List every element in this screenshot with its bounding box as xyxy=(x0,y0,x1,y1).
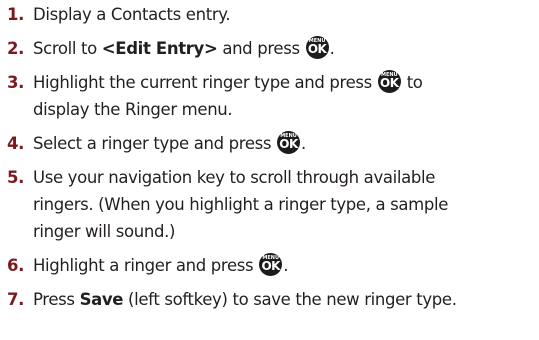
step-text-part: Scroll to xyxy=(33,39,102,58)
step-text-part: . xyxy=(301,134,306,153)
step-number: 6. xyxy=(7,256,25,275)
step-text: display the Ringer menu. xyxy=(33,100,233,119)
step-number: 4. xyxy=(7,134,25,153)
step-text: Select a ringer type and press MENU OK. xyxy=(33,129,538,158)
step-number: 2. xyxy=(7,39,25,58)
menu-ok-key-icon: MENU OK xyxy=(277,131,301,154)
save-label: Save xyxy=(79,290,124,309)
edit-entry-label: <Edit Entry> xyxy=(101,39,218,58)
step-text: Highlight a ringer and press MENU OK. xyxy=(33,251,538,280)
step-text-part: Select a ringer type and press xyxy=(33,134,277,153)
menu-ok-key-icon: MENU OK xyxy=(259,253,283,276)
step-text: Use your navigation key to scroll throug… xyxy=(33,168,436,187)
step-text-part: (left softkey) to save the new ringer ty… xyxy=(123,290,457,309)
step-text-part: . xyxy=(329,39,335,58)
step-number: 3. xyxy=(7,73,25,92)
step-text: ringer will sound.) xyxy=(33,222,176,241)
step-text-part: Press xyxy=(33,290,80,309)
step-text-part: . xyxy=(283,256,289,275)
step-number: 1. xyxy=(7,5,25,24)
menu-ok-key-icon: MENU OK xyxy=(305,36,329,59)
step-number: 5. xyxy=(7,168,25,187)
step-text-part: and press xyxy=(217,39,305,58)
step-text: Scroll to <Edit Entry> and press MENU OK. xyxy=(33,34,538,63)
step-text-part: Highlight the current ringer type and pr… xyxy=(33,73,377,92)
step-text: ringers. (When you highlight a ringer ty… xyxy=(33,195,449,214)
menu-ok-key-icon: MENU OK xyxy=(377,70,401,93)
step-number: 7. xyxy=(7,290,25,309)
step-text: Display a Contacts entry. xyxy=(33,5,231,24)
step-text: Press Save (left softkey) to save the ne… xyxy=(33,285,538,314)
step-text: Highlight the current ringer type and pr… xyxy=(33,68,538,97)
step-text-part: to xyxy=(401,73,423,92)
step-text-part: Highlight a ringer and press xyxy=(33,256,259,275)
